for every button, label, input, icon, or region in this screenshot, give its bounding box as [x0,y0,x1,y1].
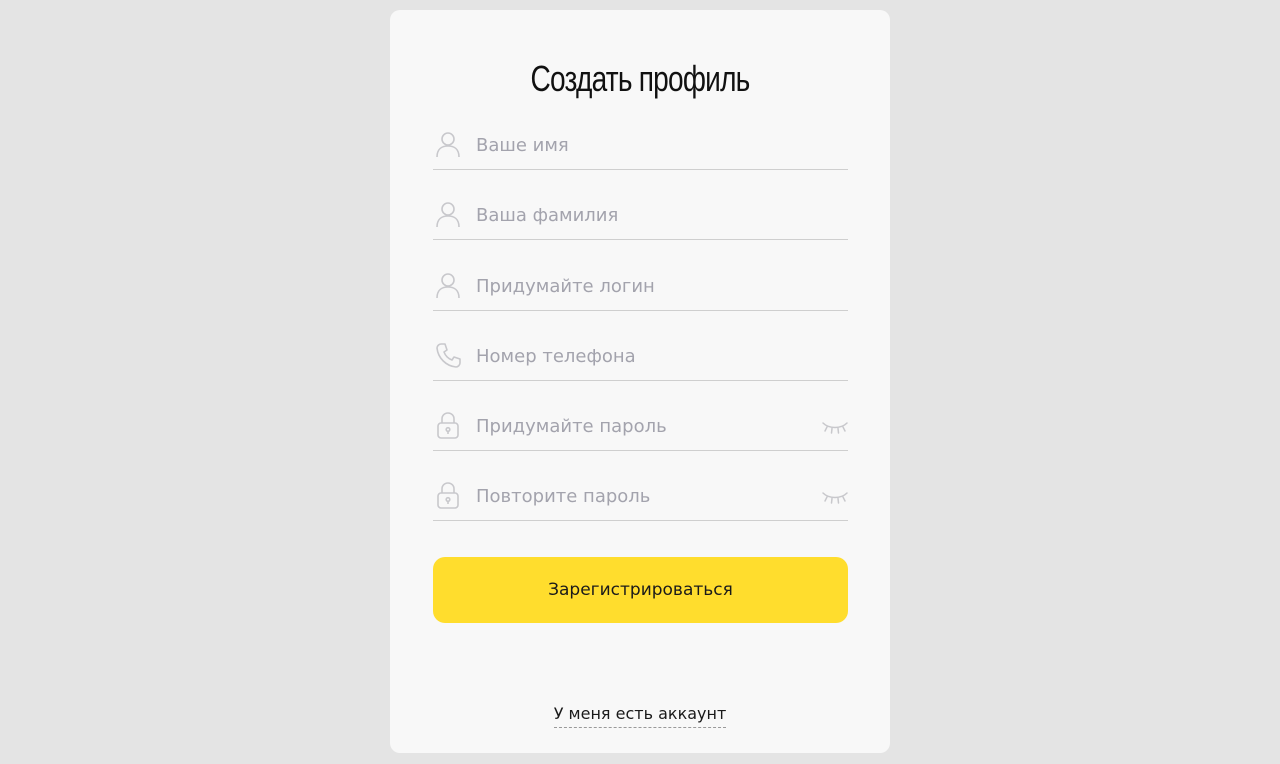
user-icon [435,271,461,299]
lock-icon [435,481,461,509]
password-repeat-field [433,471,848,521]
user-icon [435,200,461,228]
login-input[interactable] [476,269,816,303]
last-name-input[interactable] [476,198,816,232]
login-link-container: У меня есть аккаунт [390,704,890,728]
last-name-field [433,190,848,240]
page-title: Создать профиль [530,58,750,99]
user-icon [435,130,461,158]
phone-field [433,331,848,381]
eye-closed-icon[interactable] [822,489,848,505]
eye-closed-icon[interactable] [822,419,848,435]
first-name-input[interactable] [476,128,816,162]
have-account-link[interactable]: У меня есть аккаунт [553,704,727,728]
login-field [433,261,848,311]
first-name-field [433,120,848,170]
phone-icon [435,341,461,369]
lock-icon [435,411,461,439]
register-button[interactable]: Зарегистрироваться [433,557,848,623]
password-field [433,401,848,451]
password-input[interactable] [476,409,816,443]
password-repeat-input[interactable] [476,479,816,513]
registration-card: Создать профиль Ваше имя Ваша фамилия Пр… [390,10,890,753]
phone-input[interactable] [476,339,816,373]
